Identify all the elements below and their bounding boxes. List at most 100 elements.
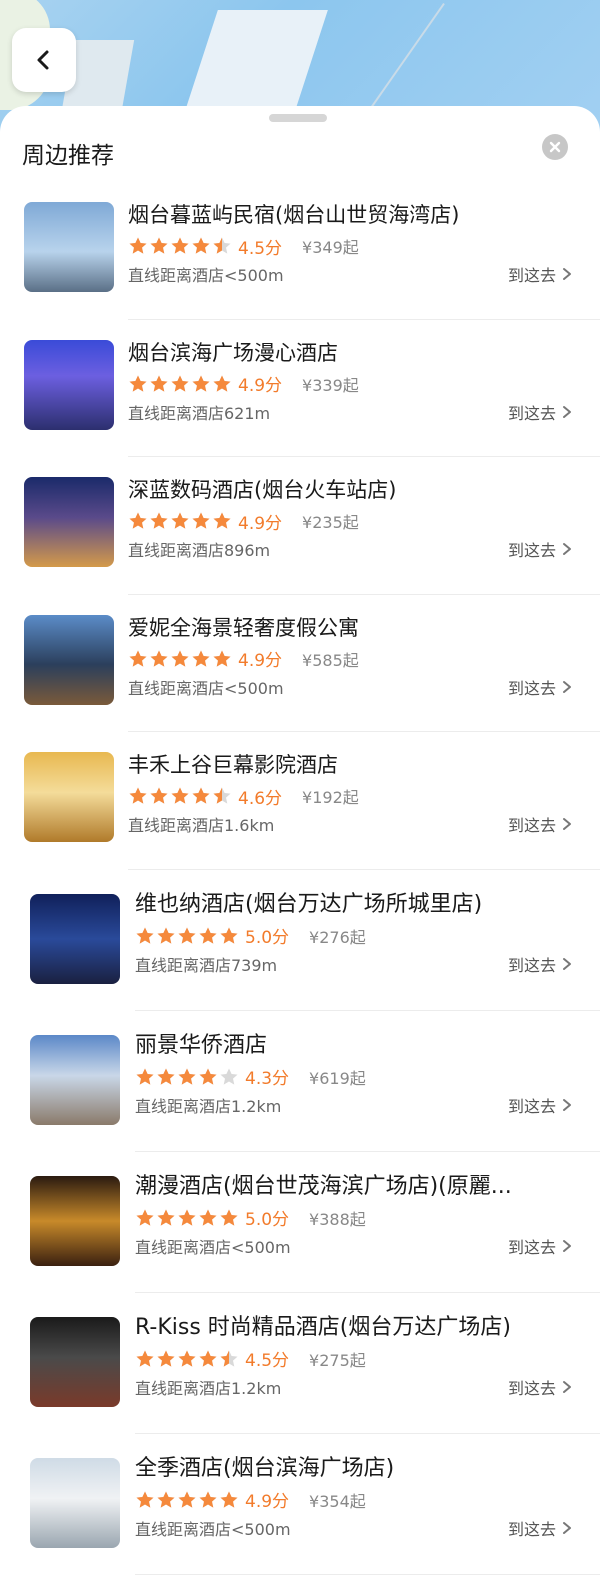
hotel-thumbnail <box>30 1316 120 1407</box>
distance-row: 直线距离酒店1.2km 到这去 <box>135 1091 580 1119</box>
go-there-button[interactable]: 到这去 <box>508 1091 572 1119</box>
chevron-right-icon <box>563 680 571 693</box>
hotel-thumbnail <box>30 1457 120 1548</box>
star-icon <box>150 650 168 667</box>
hotel-thumbnail <box>24 614 114 705</box>
star-icon <box>192 512 210 529</box>
go-there-label: 到这去 <box>507 1378 556 1398</box>
chevron-right-icon <box>563 1239 571 1252</box>
go-there-button[interactable]: 到这去 <box>508 398 572 426</box>
star-icon <box>178 927 196 944</box>
price: ¥276起 <box>309 927 366 947</box>
hotel-thumbnail <box>30 1175 120 1266</box>
hotel-info: 深蓝数码酒店(烟台火车站店) 4.9分 ¥235起 直线距离酒店896m 到这去 <box>128 475 580 563</box>
hotel-thumbnail <box>24 477 114 567</box>
star-icon <box>213 237 231 254</box>
close-button[interactable] <box>542 134 568 160</box>
hotel-info: R-Kiss 时尚精品酒店(烟台万达广场店) 4.5分 ¥275起 直线距离酒店1.2… <box>135 1313 580 1401</box>
rating-row: 5.0分 ¥388起 <box>135 1204 580 1232</box>
hotel-name: 烟台滨海广场漫心酒店 <box>128 340 338 365</box>
hotel-item[interactable]: 丽景华侨酒店 4.3分 ¥619起 直线距离酒店1.2km 到这去 <box>0 1011 600 1152</box>
star-icon <box>213 375 231 392</box>
star-icon <box>129 237 147 254</box>
star-icon <box>157 1209 175 1226</box>
go-there-label: 到这去 <box>507 1237 556 1257</box>
distance-text: 直线距离酒店<500m <box>128 266 284 285</box>
go-there-label: 到这去 <box>507 403 556 423</box>
rating-score: 5.0分 <box>245 928 290 948</box>
star-icon <box>199 927 217 944</box>
distance-text: 直线距离酒店<500m <box>135 1519 291 1539</box>
rating-score: 4.6分 <box>238 788 283 809</box>
star-icon <box>213 512 231 529</box>
hotel-name: 烟台暮蓝屿民宿(烟台山世贸海湾店) <box>128 203 460 227</box>
star-icon <box>220 1209 238 1226</box>
star-icon <box>150 787 168 804</box>
price: ¥354起 <box>309 1491 366 1511</box>
drag-handle[interactable] <box>269 114 327 122</box>
rating-row: 4.9分 ¥235起 <box>128 507 580 535</box>
star-icon <box>129 375 147 392</box>
go-there-button[interactable]: 到这去 <box>508 950 572 978</box>
star-rating <box>135 926 239 946</box>
go-there-button[interactable]: 到这去 <box>508 260 572 288</box>
sheet-title: 周边推荐 <box>22 143 114 169</box>
go-there-button[interactable]: 到这去 <box>508 535 572 563</box>
go-there-button[interactable]: 到这去 <box>508 810 572 838</box>
star-icon <box>171 650 189 667</box>
rating-score: 4.9分 <box>238 376 283 396</box>
price: ¥192起 <box>302 788 359 807</box>
hotel-info: 丽景华侨酒店 4.3分 ¥619起 直线距离酒店1.2km 到这去 <box>135 1031 580 1119</box>
rating-row: 4.5分 ¥349起 <box>128 232 580 260</box>
go-there-label: 到这去 <box>507 678 556 698</box>
go-there-button[interactable]: 到这去 <box>508 1514 572 1542</box>
chevron-right-icon <box>563 1098 571 1111</box>
star-icon <box>220 927 238 944</box>
hotel-item[interactable]: R-Kiss 时尚精品酒店(烟台万达广场店) 4.5分 ¥275起 直线距离酒店1.2… <box>0 1293 600 1434</box>
hotel-thumbnail <box>30 893 120 984</box>
hotel-info: 烟台滨海广场漫心酒店 4.9分 ¥339起 直线距离酒店621m 到这去 <box>128 338 580 426</box>
star-icon <box>213 787 231 804</box>
price: ¥388起 <box>309 1209 366 1229</box>
rating-score: 4.5分 <box>238 238 283 259</box>
hotel-item[interactable]: 深蓝数码酒店(烟台火车站店) 4.9分 ¥235起 直线距离酒店896m 到这去 <box>0 457 600 595</box>
star-icon <box>157 927 175 944</box>
star-icon <box>150 237 168 254</box>
star-icon <box>220 1350 238 1367</box>
star-icon <box>192 375 210 392</box>
hotel-item[interactable]: 全季酒店(烟台滨海广场店) 4.9分 ¥354起 直线距离酒店<500m 到这去 <box>0 1434 600 1575</box>
go-there-button[interactable]: 到这去 <box>508 673 572 701</box>
go-there-button[interactable]: 到这去 <box>508 1373 572 1401</box>
star-icon <box>136 1209 154 1226</box>
hotel-item[interactable]: 爱妮全海景轻奢度假公寓 4.9分 ¥585起 直线距离酒店<500m 到这去 <box>0 595 600 732</box>
rating-row: 4.9分 ¥354起 <box>135 1486 580 1514</box>
hotel-item[interactable]: 烟台暮蓝屿民宿(烟台山世贸海湾店) 4.5分 ¥349起直线距离酒店<500m 到这去 <box>0 182 600 320</box>
star-icon <box>136 927 154 944</box>
rating-score: 4.9分 <box>238 513 283 534</box>
price: ¥339起 <box>302 375 359 395</box>
hotel-info: 烟台暮蓝屿民宿(烟台山世贸海湾店) 4.5分 ¥349起直线距离酒店<500m 到这去 <box>128 200 580 288</box>
nearby-sheet: 周边推荐 烟台暮蓝屿民宿(烟台山世贸海湾店) 4.5分 ¥349起 直线距离酒店<50… <box>0 106 600 1577</box>
hotel-item[interactable]: 丰禾上谷巨幕影院酒店 4.6分 ¥192起 直线距离酒店1.6km 到这去 <box>0 732 600 870</box>
star-icon <box>136 1491 154 1508</box>
go-there-label: 到这去 <box>507 1096 556 1116</box>
hotel-name: 潮漫酒店(烟台世茂海滨广场店)(原麗... <box>135 1173 512 1199</box>
hotel-item[interactable]: 维也纳酒店(烟台万达广场所城里店) 5.0分 ¥276起 直线距离酒店739m 到这去 <box>0 870 600 1011</box>
hotel-item[interactable]: 烟台滨海广场漫心酒店 4.9分 ¥339起 直线距离酒店621m 到这去 <box>0 320 600 457</box>
distance-row: 直线距离酒店<500m 到这去 <box>128 260 580 288</box>
rating-score: 5.0分 <box>245 1210 290 1230</box>
rating-score: 4.3分 <box>245 1069 290 1089</box>
distance-row: 直线距离酒店1.6km 到这去 <box>128 810 580 838</box>
hotel-list: 烟台暮蓝屿民宿(烟台山世贸海湾店) 4.5分 ¥349起直线距离酒店<500m 到这去… <box>0 182 600 1575</box>
star-icon <box>199 1068 217 1085</box>
hotel-item[interactable]: 潮漫酒店(烟台世茂海滨广场店)(原麗... 5.0分 ¥388起 直线距离酒店<500… <box>0 1152 600 1293</box>
chevron-right-icon <box>563 405 571 418</box>
star-icon <box>171 787 189 804</box>
rating-row: 4.9分 ¥585起 <box>128 645 580 673</box>
back-button[interactable] <box>12 28 76 92</box>
star-icon <box>178 1209 196 1226</box>
star-icon <box>199 1209 217 1226</box>
chevron-left-icon <box>37 50 49 70</box>
distance-text: 直线距离酒店<500m <box>135 1237 291 1257</box>
go-there-button[interactable]: 到这去 <box>508 1232 572 1260</box>
